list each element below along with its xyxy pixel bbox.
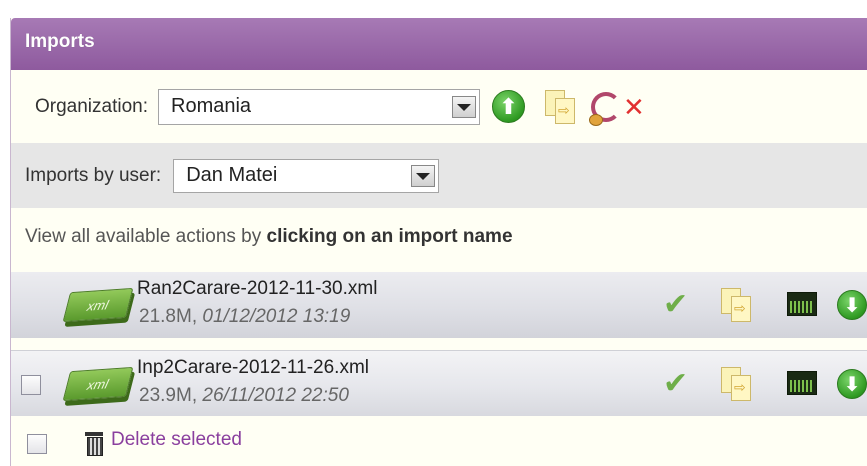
organization-label: Organization: (35, 95, 149, 117)
footer-row: Delete selected (11, 418, 867, 466)
check-icon[interactable]: ✔ (663, 290, 688, 320)
xml-file-icon: xml (62, 366, 134, 402)
imports-panel: Imports Organization: Romania ✕ Imports … (10, 18, 867, 466)
panel-header: Imports (11, 18, 867, 70)
user-filter-label: Imports by user: (25, 164, 162, 186)
download-icon[interactable] (837, 369, 867, 399)
chevron-down-icon[interactable] (411, 164, 436, 187)
trash-icon[interactable] (85, 432, 103, 456)
import-row[interactable]: xml Inp2Carare-2012-11-26.xml 23.9M, 26/… (11, 350, 867, 416)
copy-docs-icon[interactable] (719, 367, 753, 401)
user-select[interactable]: Dan Matei (173, 158, 440, 193)
chart-icon[interactable] (787, 371, 817, 395)
import-name-link[interactable]: Inp2Carare-2012-11-26.xml (137, 357, 369, 379)
chart-icon[interactable] (787, 292, 817, 316)
delete-x-icon[interactable]: ✕ (623, 94, 645, 120)
copy-docs-icon[interactable] (719, 288, 753, 322)
check-icon[interactable]: ✔ (663, 369, 688, 399)
xml-file-icon: xml (62, 287, 134, 323)
import-name-link[interactable]: Ran2Carare-2012-11-30.xml (137, 278, 377, 300)
delete-selected-link[interactable]: Delete selected (111, 429, 242, 451)
panel-title: Imports (25, 31, 95, 52)
upload-icon[interactable] (492, 90, 526, 123)
import-checkbox[interactable] (21, 375, 41, 395)
info-prefix: View all available actions by (25, 226, 267, 247)
organization-select-value: Romania (171, 95, 252, 117)
import-row[interactable]: xml Ran2Carare-2012-11-30.xml 21.8M, 01/… (11, 272, 867, 338)
download-icon[interactable] (837, 290, 867, 320)
info-bold: clicking on an import name (266, 226, 513, 247)
import-meta: 21.8M, 01/12/2012 13:19 (139, 306, 351, 327)
select-all-checkbox[interactable] (27, 434, 47, 454)
organization-select[interactable]: Romania (158, 88, 481, 125)
chevron-down-icon[interactable] (452, 95, 477, 118)
user-filter-row: Imports by user: Dan Matei (11, 143, 867, 208)
user-select-value: Dan Matei (186, 164, 278, 186)
info-text: View all available actions by clicking o… (25, 226, 513, 248)
organization-row: Organization: Romania ✕ (11, 70, 867, 143)
copy-docs-icon[interactable] (543, 89, 577, 124)
import-meta: 23.9M, 26/11/2012 22:50 (139, 385, 349, 406)
refresh-icon[interactable] (587, 90, 622, 126)
